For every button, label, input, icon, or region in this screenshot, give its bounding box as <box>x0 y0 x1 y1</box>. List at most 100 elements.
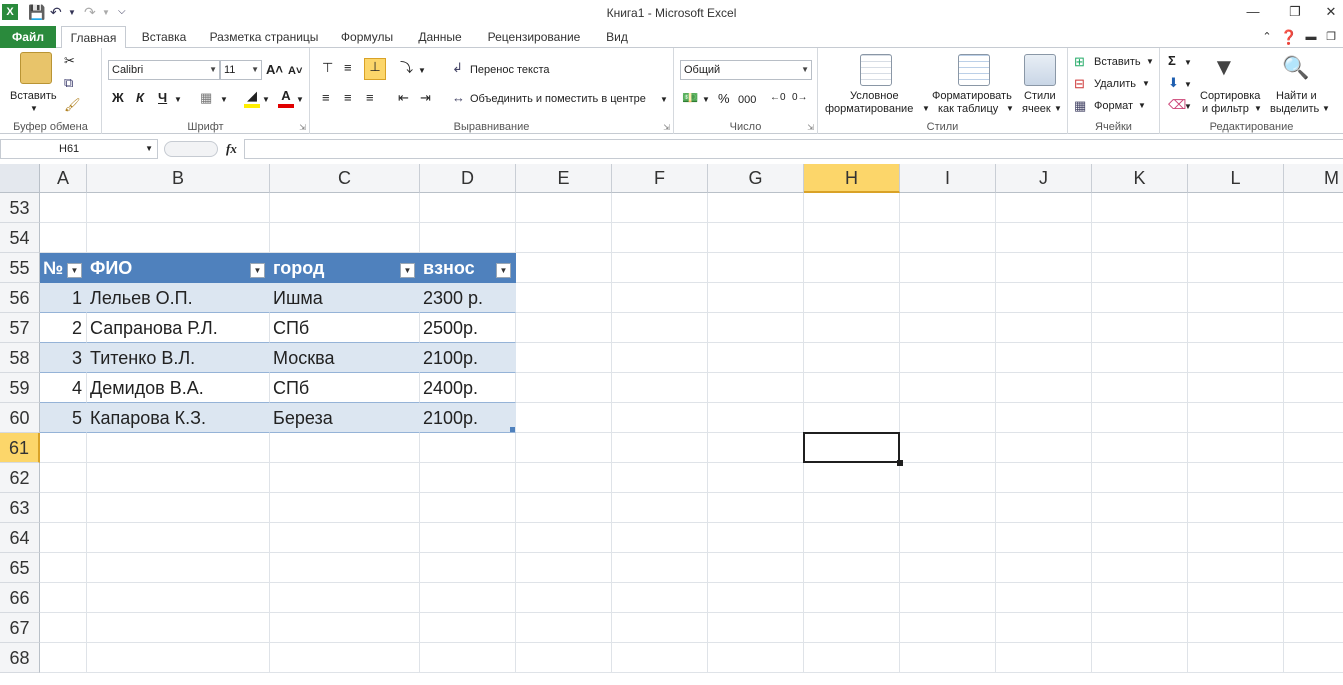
cell-m65[interactable] <box>1284 553 1343 583</box>
column-header-j[interactable]: J <box>996 164 1092 193</box>
find-select-label-2[interactable]: выделить <box>1270 103 1319 115</box>
column-header-c[interactable]: C <box>270 164 420 193</box>
table-cell-number[interactable]: 3 <box>40 343 87 373</box>
cell-a63[interactable] <box>40 493 87 523</box>
workbook-restore-icon[interactable]: ❐ <box>1322 26 1340 48</box>
sort-filter-dropdown-icon[interactable]: ▼ <box>1254 104 1262 113</box>
cell-e53[interactable] <box>516 193 612 223</box>
row-header-57[interactable]: 57 <box>0 313 40 343</box>
cell-c66[interactable] <box>270 583 420 613</box>
merge-center-icon[interactable]: ↔ <box>452 90 465 106</box>
cell-e62[interactable] <box>516 463 612 493</box>
cell-i61[interactable] <box>900 433 996 463</box>
cell-e64[interactable] <box>516 523 612 553</box>
cell-i53[interactable] <box>900 193 996 223</box>
cell-a65[interactable] <box>40 553 87 583</box>
cell-l56[interactable] <box>1188 283 1284 313</box>
minimize-ribbon-icon[interactable]: ⌃ <box>1258 26 1276 48</box>
cell-l61[interactable] <box>1188 433 1284 463</box>
cell-g66[interactable] <box>708 583 804 613</box>
align-center-icon[interactable]: ≡ <box>344 90 352 106</box>
table-cell-name[interactable]: Сапранова Р.Л. <box>87 313 270 343</box>
cell-h63[interactable] <box>804 493 900 523</box>
cell-g68[interactable] <box>708 643 804 673</box>
cell-g53[interactable] <box>708 193 804 223</box>
cell-styles-dropdown-icon[interactable]: ▼ <box>1054 104 1062 113</box>
help-icon[interactable]: ❓ <box>1280 26 1298 48</box>
cell-d64[interactable] <box>420 523 516 553</box>
cell-e55[interactable] <box>516 253 612 283</box>
cell-d66[interactable] <box>420 583 516 613</box>
cell-e57[interactable] <box>516 313 612 343</box>
cell-j54[interactable] <box>996 223 1092 253</box>
wrap-text-button[interactable]: Перенос текста <box>470 64 550 76</box>
cell-d61[interactable] <box>420 433 516 463</box>
currency-dropdown-icon[interactable]: ▼ <box>702 92 710 108</box>
tab-view[interactable]: Вид <box>598 26 636 48</box>
cell-l60[interactable] <box>1188 403 1284 433</box>
fill-icon[interactable]: ⬇ <box>1168 75 1179 91</box>
cell-g57[interactable] <box>708 313 804 343</box>
cell-g65[interactable] <box>708 553 804 583</box>
cell-j64[interactable] <box>996 523 1092 553</box>
cell-m56[interactable] <box>1284 283 1343 313</box>
filter-dropdown-icon[interactable]: ▼ <box>67 263 82 278</box>
row-header-62[interactable]: 62 <box>0 463 40 493</box>
cell-l53[interactable] <box>1188 193 1284 223</box>
cell-i67[interactable] <box>900 613 996 643</box>
cell-f62[interactable] <box>612 463 708 493</box>
cell-k62[interactable] <box>1092 463 1188 493</box>
cell-g67[interactable] <box>708 613 804 643</box>
paste-icon[interactable] <box>20 52 52 84</box>
row-header-60[interactable]: 60 <box>0 403 40 433</box>
cell-l65[interactable] <box>1188 553 1284 583</box>
cell-h55[interactable] <box>804 253 900 283</box>
fill-dropdown-icon[interactable]: ▼ <box>1184 77 1192 93</box>
cell-l59[interactable] <box>1188 373 1284 403</box>
cell-k56[interactable] <box>1092 283 1188 313</box>
cell-d67[interactable] <box>420 613 516 643</box>
cell-c65[interactable] <box>270 553 420 583</box>
cell-k65[interactable] <box>1092 553 1188 583</box>
table-cell-number[interactable]: 5 <box>40 403 87 433</box>
cell-f54[interactable] <box>612 223 708 253</box>
sort-filter-label-1[interactable]: Сортировка <box>1200 90 1260 102</box>
font-color-icon[interactable]: A <box>278 88 294 108</box>
fill-color-icon[interactable]: ◢ <box>244 88 260 108</box>
tab-page-layout[interactable]: Разметка страницы <box>204 26 324 48</box>
cell-h56[interactable] <box>804 283 900 313</box>
minimize-icon[interactable]: — <box>1238 4 1268 22</box>
table-header-fee[interactable]: взнос ▼ <box>420 253 516 283</box>
cell-j66[interactable] <box>996 583 1092 613</box>
tab-insert[interactable]: Вставка <box>136 26 192 48</box>
cell-c61[interactable] <box>270 433 420 463</box>
column-header-e[interactable]: E <box>516 164 612 193</box>
cell-m58[interactable] <box>1284 343 1343 373</box>
cell-l57[interactable] <box>1188 313 1284 343</box>
table-cell-name[interactable]: Лельев О.П. <box>87 283 270 313</box>
cell-f61[interactable] <box>612 433 708 463</box>
align-middle-icon[interactable]: ≡ <box>344 60 352 76</box>
cell-b68[interactable] <box>87 643 270 673</box>
format-as-table-label-2[interactable]: как таблицу <box>938 103 998 115</box>
insert-function-button[interactable]: fx <box>226 141 237 157</box>
cell-l67[interactable] <box>1188 613 1284 643</box>
orientation-icon[interactable]: ⤵ <box>400 60 413 76</box>
tab-review[interactable]: Рецензирование <box>480 26 588 48</box>
table-cell-city[interactable]: Москва <box>270 343 420 373</box>
row-header-64[interactable]: 64 <box>0 523 40 553</box>
cell-i59[interactable] <box>900 373 996 403</box>
cell-m57[interactable] <box>1284 313 1343 343</box>
cell-e67[interactable] <box>516 613 612 643</box>
cell-j53[interactable] <box>996 193 1092 223</box>
cell-a61[interactable] <box>40 433 87 463</box>
cell-i63[interactable] <box>900 493 996 523</box>
filter-dropdown-icon[interactable]: ▼ <box>250 263 265 278</box>
cell-h64[interactable] <box>804 523 900 553</box>
cell-k54[interactable] <box>1092 223 1188 253</box>
cell-h65[interactable] <box>804 553 900 583</box>
cell-l63[interactable] <box>1188 493 1284 523</box>
row-header-59[interactable]: 59 <box>0 373 40 403</box>
cell-k57[interactable] <box>1092 313 1188 343</box>
cell-styles-label-2[interactable]: ячеек <box>1022 103 1051 115</box>
